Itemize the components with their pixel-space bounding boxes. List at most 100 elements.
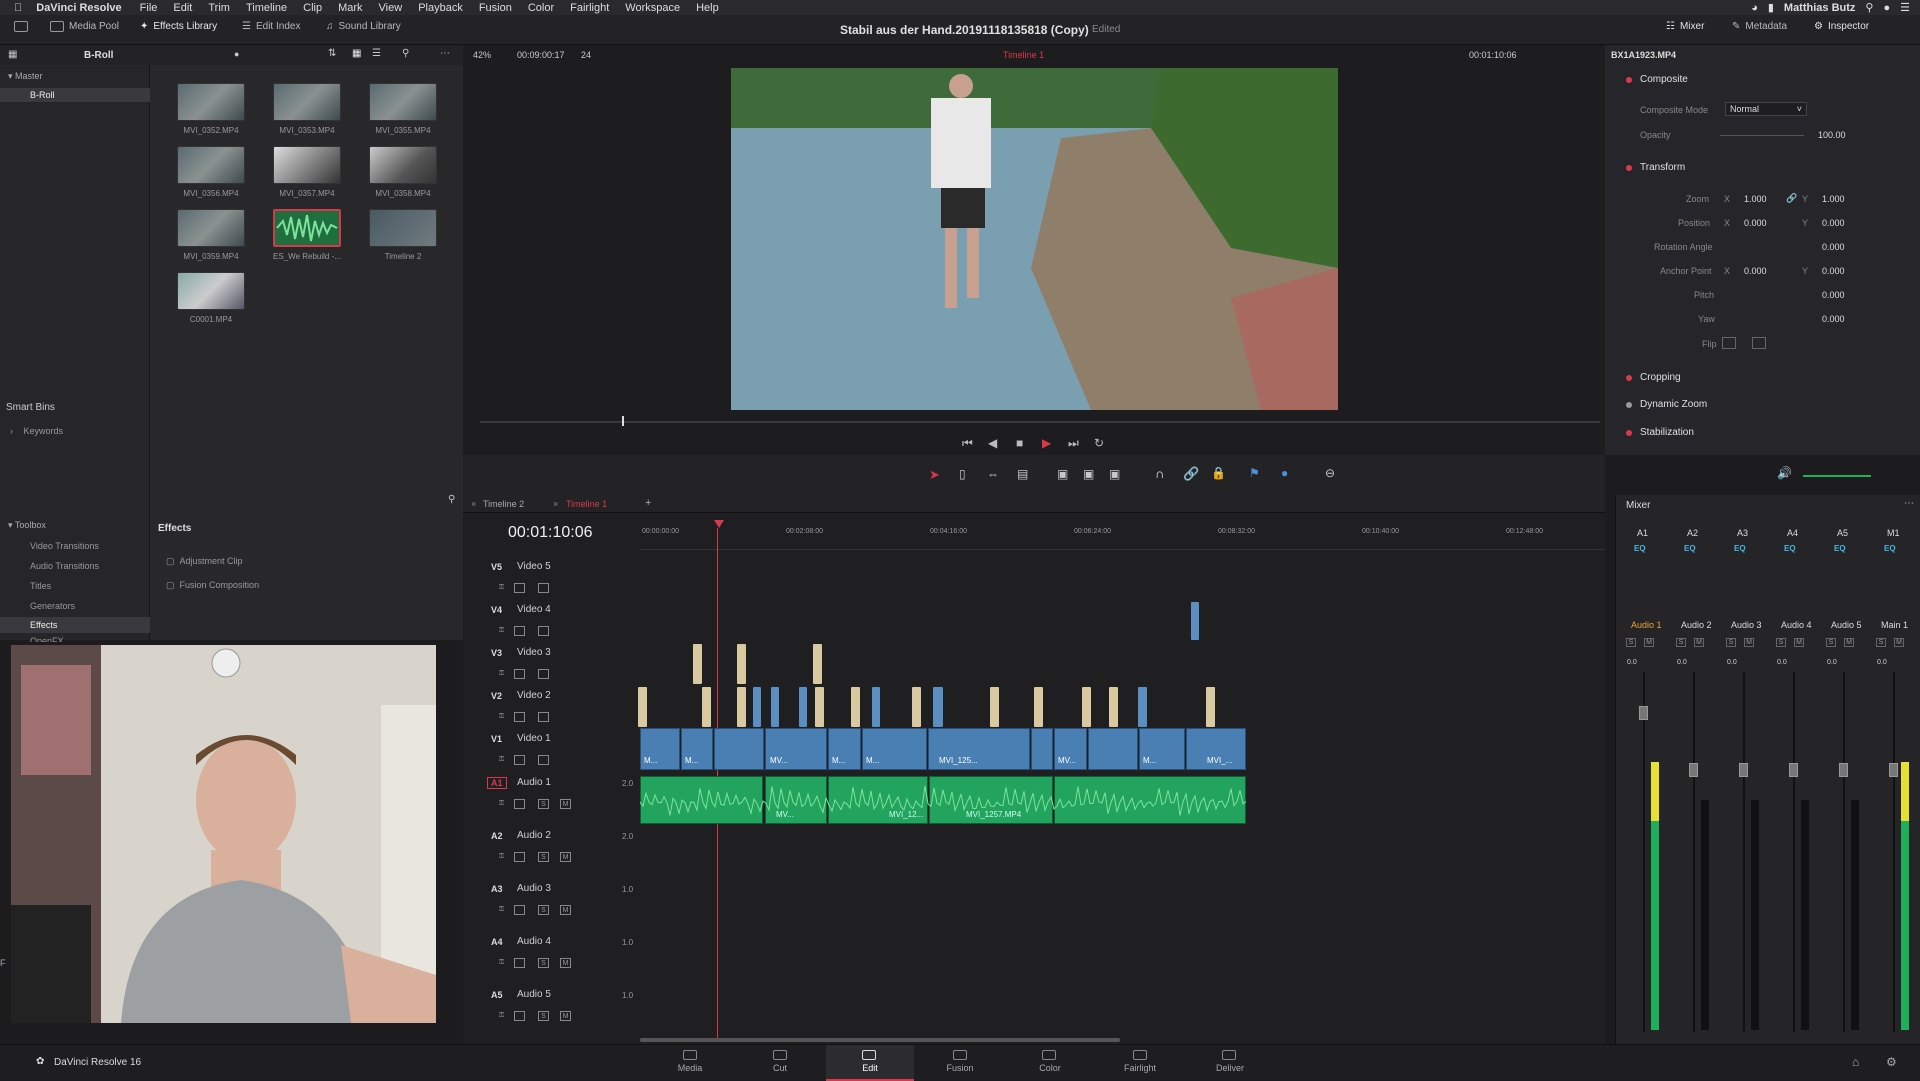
mute-button[interactable]: M [560, 958, 571, 968]
more-options-icon[interactable]: ⋯ [1904, 498, 1914, 509]
menu-trim[interactable]: Trim [208, 2, 230, 14]
dynamic-zoom-section[interactable]: Dynamic Zoom [1626, 399, 1707, 410]
bin-item-broll[interactable]: B-Roll [0, 88, 150, 102]
toolbox-node[interactable]: ▾ Toolbox [8, 520, 46, 531]
search-icon[interactable]: ⚲ [448, 494, 455, 505]
video-clip[interactable] [912, 687, 921, 727]
yaw-value[interactable]: 0.000 [1822, 314, 1845, 324]
enabled-dot[interactable] [1626, 76, 1632, 83]
video-clip[interactable] [990, 687, 999, 727]
mute-button[interactable]: M [1844, 638, 1854, 647]
v1-clip[interactable]: M... [862, 728, 927, 770]
disabled-dot[interactable] [1626, 401, 1632, 408]
solo-button[interactable]: S [1676, 638, 1686, 647]
flip-horizontal-button[interactable] [1722, 337, 1736, 349]
mute-button[interactable]: M [1794, 638, 1804, 647]
menu-clip[interactable]: Clip [303, 2, 322, 14]
video-clip[interactable] [815, 687, 824, 727]
eq-button[interactable]: EQ [1634, 544, 1646, 553]
track-toggle-icon[interactable] [538, 755, 549, 765]
tab-timeline-1[interactable]: Timeline 1 [566, 499, 607, 509]
menu-fusion[interactable]: Fusion [479, 2, 512, 14]
insert-clip-icon[interactable]: ▣ [1057, 467, 1068, 481]
solo-button[interactable]: S [538, 852, 549, 862]
battery-icon[interactable]: ▮ [1768, 1, 1774, 14]
keywords-bin[interactable]: › Keywords [10, 426, 63, 436]
apple-icon[interactable]:  [14, 2, 22, 14]
auto-select-icon[interactable] [514, 669, 525, 679]
video-clip[interactable] [872, 687, 880, 727]
clip-thumbnail[interactable] [273, 83, 341, 121]
video-clip[interactable] [693, 644, 702, 684]
video-clip[interactable] [813, 644, 822, 684]
zoom-y-value[interactable]: 1.000 [1822, 194, 1845, 204]
lock-icon[interactable]: ⚿ [496, 626, 507, 636]
solo-button[interactable]: S [538, 799, 549, 809]
linked-selection-icon[interactable]: 🔗 [1183, 466, 1199, 482]
master-bin[interactable]: ▾ Master [8, 71, 43, 82]
lock-icon[interactable]: ⚿ [496, 799, 507, 809]
page-media[interactable]: Media [665, 1063, 715, 1073]
auto-select-icon[interactable] [514, 958, 525, 968]
video-clip[interactable] [851, 687, 860, 727]
siri-icon[interactable]: ● [1883, 2, 1890, 14]
viewer-scrubber[interactable] [480, 421, 1600, 423]
composite-section[interactable]: Composite [1626, 74, 1688, 85]
mute-button[interactable]: M [560, 799, 571, 809]
cut-page-icon[interactable] [773, 1050, 787, 1060]
eq-button[interactable]: EQ [1784, 544, 1796, 553]
dynamic-trim-icon[interactable]: ⇔ [987, 467, 999, 481]
timeline-thumbnail[interactable] [369, 209, 437, 247]
metadata-button[interactable]: ✎ Metadata [1732, 21, 1787, 32]
volume-icon[interactable]: 🔊 [1777, 466, 1792, 480]
edit-page-icon[interactable] [862, 1050, 876, 1060]
panel-toggle-icon[interactable] [14, 21, 28, 32]
zoom-x-value[interactable]: 1.000 [1744, 194, 1767, 204]
auto-select-icon[interactable] [514, 626, 525, 636]
more-options-icon[interactable]: ⋯ [440, 48, 450, 59]
flag-icon[interactable]: ⚑ [1249, 466, 1260, 480]
mute-button[interactable]: M [560, 852, 571, 862]
trim-tool-icon[interactable]: ▯ [959, 467, 966, 481]
video-clip[interactable] [1034, 687, 1043, 727]
play-reverse-icon[interactable]: ◀ [988, 436, 997, 450]
solo-button[interactable]: S [1776, 638, 1786, 647]
solo-button[interactable]: S [538, 958, 549, 968]
selection-tool-icon[interactable]: ➤ [929, 467, 940, 483]
volume-fader[interactable] [1839, 763, 1848, 777]
v1-clip[interactable] [1088, 728, 1138, 770]
settings-icon[interactable]: ⚙ [1886, 1055, 1897, 1069]
v1-clip[interactable]: M... [828, 728, 861, 770]
mixer-button[interactable]: ☷ Mixer [1666, 21, 1704, 32]
mute-button[interactable]: M [1894, 638, 1904, 647]
fairlight-page-icon[interactable] [1133, 1050, 1147, 1060]
solo-button[interactable]: S [1826, 638, 1836, 647]
solo-button[interactable]: S [538, 905, 549, 915]
titles-item[interactable]: Titles [30, 581, 51, 591]
go-to-start-icon[interactable]: ⏮ [962, 436, 973, 451]
timeline-scrollbar[interactable] [640, 1038, 1120, 1042]
scrubber-playhead[interactable] [622, 416, 624, 426]
opacity-value[interactable]: 100.00 [1818, 130, 1846, 140]
menu-playback[interactable]: Playback [418, 2, 463, 14]
menu-mark[interactable]: Mark [338, 2, 362, 14]
search-icon[interactable]: ⚲ [402, 48, 409, 59]
video-clip[interactable] [737, 687, 746, 727]
v1-clip[interactable] [714, 728, 764, 770]
mute-button[interactable]: M [1744, 638, 1754, 647]
volume-fader[interactable] [1789, 763, 1798, 777]
auto-select-icon[interactable] [514, 799, 525, 809]
v1-clip[interactable]: M... [1139, 728, 1185, 770]
view-toggle-icon[interactable]: ▦ [8, 49, 17, 60]
timeline-ruler[interactable] [640, 520, 1605, 550]
wifi-icon[interactable]: ◕ [1751, 2, 1758, 14]
flip-vertical-button[interactable] [1752, 337, 1766, 349]
volume-fader[interactable] [1739, 763, 1748, 777]
lock-icon[interactable]: ⚿ [496, 755, 507, 765]
rotation-value[interactable]: 0.000 [1822, 242, 1845, 252]
clip-thumbnail[interactable] [177, 146, 245, 184]
enabled-dot[interactable] [1626, 429, 1632, 436]
menu-edit[interactable]: Edit [173, 2, 192, 14]
volume-fader[interactable] [1889, 763, 1898, 777]
v1-clip[interactable]: MV... [1054, 728, 1087, 770]
